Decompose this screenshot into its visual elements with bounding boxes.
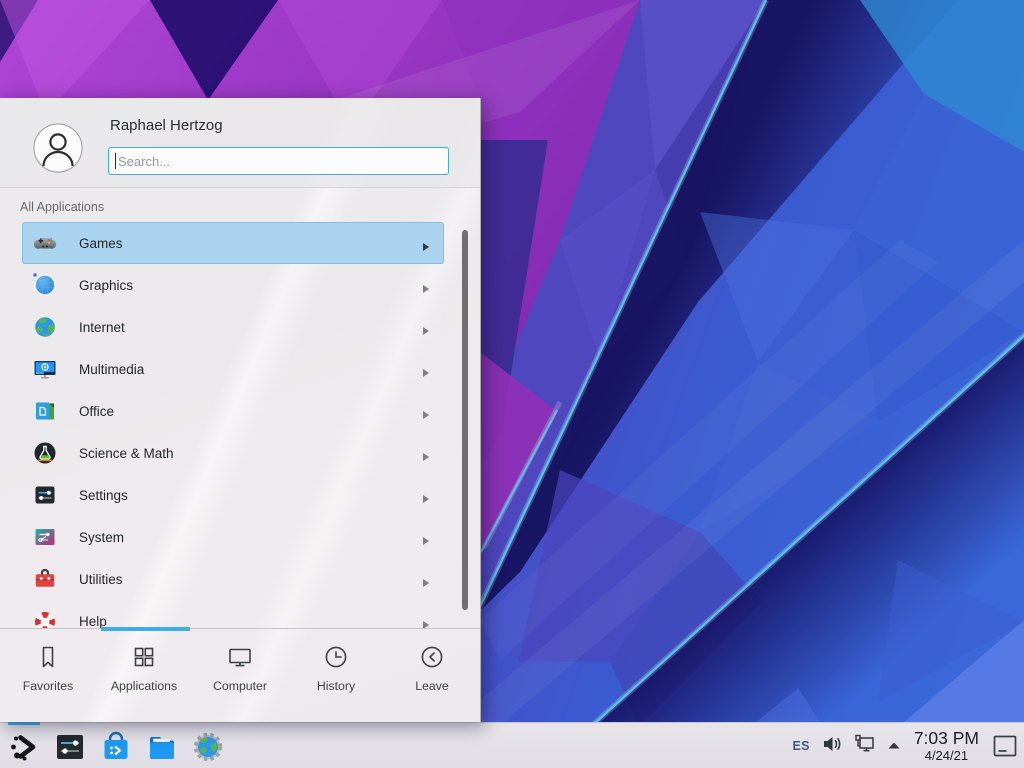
submenu-arrow-icon xyxy=(422,239,430,249)
chevron-up-icon xyxy=(887,740,901,750)
app-launcher-button[interactable] xyxy=(8,731,40,763)
menu-item-internet[interactable]: Internet xyxy=(22,306,444,348)
show-desktop-icon xyxy=(992,733,1018,759)
menu-item-label: Multimedia xyxy=(79,362,144,377)
favorites-icon xyxy=(34,643,62,671)
web-browser-button[interactable] xyxy=(192,731,224,763)
submenu-arrow-icon xyxy=(422,617,430,627)
tab-label: Leave xyxy=(415,679,449,693)
digital-clock[interactable]: 7:03 PM 4/24/21 xyxy=(914,729,979,762)
submenu-arrow-icon xyxy=(422,575,430,585)
menu-item-utilities[interactable]: Utilities xyxy=(22,558,444,600)
keyboard-layout-indicator[interactable]: ES xyxy=(793,739,810,753)
launcher-tabbar: Favorites Applications xyxy=(0,628,480,722)
submenu-arrow-icon xyxy=(422,281,430,291)
desktop: Raphael Hertzog All Applications xyxy=(0,0,1024,768)
system-icon xyxy=(33,525,57,549)
tab-history[interactable]: History xyxy=(288,629,384,722)
menu-item-label: Games xyxy=(79,236,123,251)
submenu-arrow-icon xyxy=(422,491,430,501)
launcher-header: Raphael Hertzog xyxy=(0,98,480,188)
office-icon xyxy=(33,399,57,423)
menu-item-label: Science & Math xyxy=(79,446,174,461)
category-list: Games Graphics xyxy=(0,222,480,628)
submenu-arrow-icon xyxy=(422,407,430,417)
tab-leave[interactable]: Leave xyxy=(384,629,480,722)
show-desktop-button[interactable] xyxy=(992,733,1018,759)
kde-launcher-icon xyxy=(8,731,40,763)
menu-item-label: Graphics xyxy=(79,278,133,293)
submenu-arrow-icon xyxy=(422,449,430,459)
system-settings-button[interactable] xyxy=(54,731,86,763)
search-field-wrap xyxy=(108,147,449,175)
menu-item-science-math[interactable]: Science & Math xyxy=(22,432,444,474)
user-name: Raphael Hertzog xyxy=(110,117,223,134)
search-input[interactable] xyxy=(108,147,449,175)
menu-item-label: Utilities xyxy=(79,572,123,587)
internet-icon xyxy=(33,315,57,339)
section-label: All Applications xyxy=(20,200,104,214)
user-avatar-icon[interactable] xyxy=(33,123,83,173)
system-tray: ES 7:03 PM xyxy=(793,723,1018,768)
tab-applications[interactable]: Applications xyxy=(96,629,192,722)
tab-label: Applications xyxy=(111,679,177,693)
system-settings-icon xyxy=(54,731,86,763)
leave-icon xyxy=(418,643,446,671)
tab-label: Favorites xyxy=(23,679,74,693)
network-icon[interactable] xyxy=(854,733,876,760)
help-icon xyxy=(33,609,57,628)
menu-item-help[interactable]: Help xyxy=(22,600,444,628)
multimedia-icon xyxy=(33,357,57,381)
taskbar-pinned-apps xyxy=(8,727,224,767)
menu-item-system[interactable]: System xyxy=(22,516,444,558)
application-launcher-popup: Raphael Hertzog All Applications xyxy=(0,98,481,722)
discover-button[interactable] xyxy=(100,731,132,763)
applications-icon xyxy=(130,643,158,671)
submenu-arrow-icon xyxy=(422,533,430,543)
menu-item-label: Office xyxy=(79,404,114,419)
taskbar: ES 7:03 PM xyxy=(0,722,1024,768)
menu-item-label: System xyxy=(79,530,124,545)
computer-icon xyxy=(226,643,254,671)
text-caret xyxy=(115,153,116,169)
menu-item-games[interactable]: Games xyxy=(22,222,444,264)
tab-computer[interactable]: Computer xyxy=(192,629,288,722)
graphics-icon xyxy=(33,273,57,297)
clock-date: 4/24/21 xyxy=(914,749,979,763)
volume-icon[interactable] xyxy=(821,733,843,760)
tab-label: History xyxy=(317,679,355,693)
history-icon xyxy=(322,643,350,671)
menu-item-settings[interactable]: Settings xyxy=(22,474,444,516)
web-browser-icon xyxy=(192,731,224,763)
settings-icon xyxy=(33,483,57,507)
science-icon xyxy=(33,441,57,465)
menu-item-label: Help xyxy=(79,614,107,629)
submenu-arrow-icon xyxy=(422,323,430,333)
menu-item-multimedia[interactable]: Multimedia xyxy=(22,348,444,390)
menu-item-office[interactable]: Office xyxy=(22,390,444,432)
clock-time: 7:03 PM xyxy=(914,729,979,747)
discover-icon xyxy=(100,731,132,763)
tab-label: Computer xyxy=(213,679,267,693)
tab-favorites[interactable]: Favorites xyxy=(0,629,96,722)
scrollbar-thumb[interactable] xyxy=(462,230,468,610)
launcher-open-indicator xyxy=(8,722,40,725)
menu-item-label: Internet xyxy=(79,320,125,335)
games-icon xyxy=(33,231,57,255)
file-manager-button[interactable] xyxy=(146,731,178,763)
active-tab-indicator xyxy=(101,627,190,631)
tray-expander-button[interactable] xyxy=(887,737,901,755)
dolphin-folder-icon xyxy=(146,731,178,763)
menu-item-graphics[interactable]: Graphics xyxy=(22,264,444,306)
submenu-arrow-icon xyxy=(422,365,430,375)
utilities-icon xyxy=(33,567,57,591)
menu-item-label: Settings xyxy=(79,488,128,503)
